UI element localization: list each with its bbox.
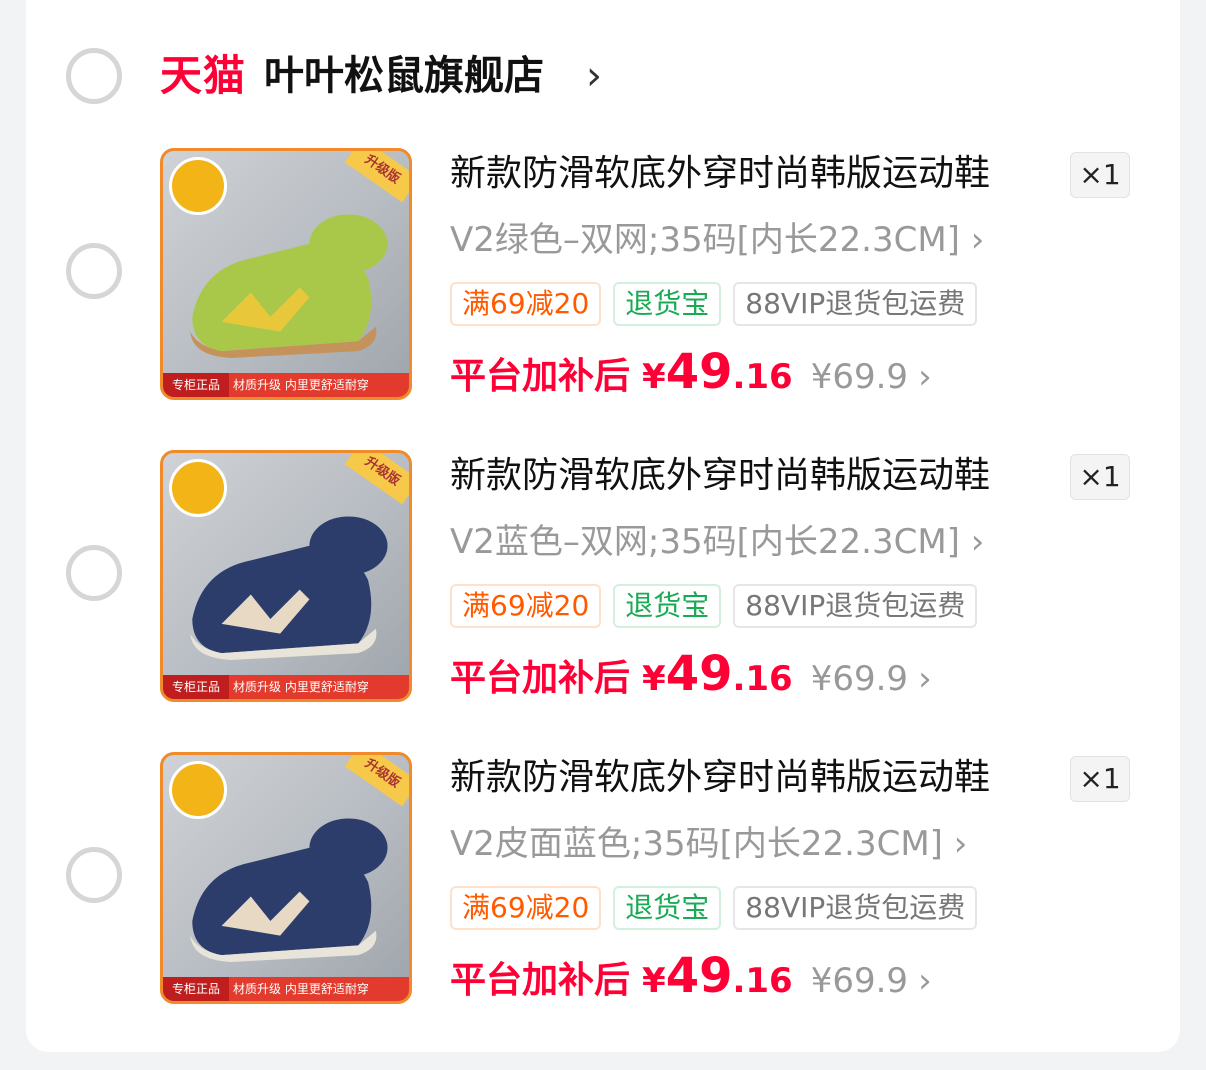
image-authentic-label: 专柜正品 (163, 373, 229, 397)
currency-symbol: ¥ (642, 659, 666, 699)
product-title[interactable]: 新款防滑软底外穿时尚韩版运动鞋 (450, 752, 990, 804)
store-select-radio[interactable] (66, 48, 122, 104)
return-insurance-tag: 退货宝 (613, 886, 722, 930)
price-row[interactable]: 平台加补后 ¥ 49 .16 ¥69.9 › (450, 344, 932, 404)
promo-tags: 满69减20 退货宝 88VIP退货包运费 (450, 584, 978, 628)
price-decimal: .16 (732, 357, 793, 397)
vip-shipping-tag: 88VIP退货包运费 (733, 282, 978, 326)
price-decimal: .16 (732, 659, 793, 699)
cart-item: 升级版 材质升级 内里更舒适耐穿 专柜正品 新款防滑软底外穿时尚韩版运动鞋 ×1… (26, 450, 1180, 712)
product-title[interactable]: 新款防滑软底外穿时尚韩版运动鞋 (450, 148, 990, 200)
tmall-brand-label: 天猫 (160, 51, 247, 100)
product-thumbnail[interactable]: 升级版 材质升级 内里更舒适耐穿 专柜正品 (160, 148, 412, 400)
image-authentic-label: 专柜正品 (163, 675, 229, 699)
chevron-right-icon[interactable]: › (586, 40, 602, 112)
return-insurance-tag: 退货宝 (613, 282, 722, 326)
currency-symbol: ¥ (642, 357, 666, 397)
discount-tag: 满69减20 (450, 584, 602, 628)
chevron-right-icon[interactable]: › (918, 659, 932, 699)
cart-store-card: 天猫 叶叶松鼠旗舰店 › 升级版 材质升级 内里更舒适耐穿 专柜正品 新款防滑软… (26, 0, 1180, 1052)
brand-logo (169, 761, 227, 819)
price-label: 平台加补后 (450, 960, 631, 1001)
cart-item: 升级版 材质升级 内里更舒适耐穿 专柜正品 新款防滑软底外穿时尚韩版运动鞋 ×1… (26, 752, 1180, 1014)
currency-symbol: ¥ (642, 961, 666, 1001)
original-price: ¥69.9 (810, 659, 909, 699)
price-label: 平台加补后 (450, 356, 631, 397)
brand-logo (169, 459, 227, 517)
price-decimal: .16 (732, 961, 793, 1001)
store-header: 天猫 叶叶松鼠旗舰店 › (26, 40, 1180, 112)
sku-selector[interactable]: V2皮面蓝色;35码[内长22.3CM] › (450, 818, 967, 870)
price-integer: 49 (665, 344, 733, 400)
product-thumbnail[interactable]: 升级版 材质升级 内里更舒适耐穿 专柜正品 (160, 752, 412, 1004)
chevron-right-icon[interactable]: › (918, 357, 932, 397)
promo-tags: 满69减20 退货宝 88VIP退货包运费 (450, 282, 978, 326)
promo-tags: 满69减20 退货宝 88VIP退货包运费 (450, 886, 978, 930)
cart-item: 升级版 材质升级 内里更舒适耐穿 专柜正品 新款防滑软底外穿时尚韩版运动鞋 ×1… (26, 148, 1180, 410)
price-integer: 49 (665, 646, 733, 702)
image-authentic-label: 专柜正品 (163, 977, 229, 1001)
item-select-radio[interactable] (66, 243, 122, 299)
vip-shipping-tag: 88VIP退货包运费 (733, 886, 978, 930)
discount-tag: 满69减20 (450, 886, 602, 930)
item-select-radio[interactable] (66, 847, 122, 903)
discount-tag: 满69减20 (450, 282, 602, 326)
original-price: ¥69.9 (810, 357, 909, 397)
product-title[interactable]: 新款防滑软底外穿时尚韩版运动鞋 (450, 450, 990, 502)
item-select-radio[interactable] (66, 545, 122, 601)
quantity-badge[interactable]: ×1 (1070, 454, 1130, 500)
store-name-link[interactable]: 叶叶松鼠旗舰店 (264, 40, 544, 112)
original-price: ¥69.9 (810, 961, 909, 1001)
sku-selector[interactable]: V2绿色–双网;35码[内长22.3CM] › (450, 214, 984, 266)
price-integer: 49 (665, 948, 733, 1004)
chevron-right-icon[interactable]: › (918, 961, 932, 1001)
quantity-badge[interactable]: ×1 (1070, 756, 1130, 802)
quantity-badge[interactable]: ×1 (1070, 152, 1130, 198)
vip-shipping-tag: 88VIP退货包运费 (733, 584, 978, 628)
price-label: 平台加补后 (450, 658, 631, 699)
price-row[interactable]: 平台加补后 ¥ 49 .16 ¥69.9 › (450, 646, 932, 706)
return-insurance-tag: 退货宝 (613, 584, 722, 628)
price-row[interactable]: 平台加补后 ¥ 49 .16 ¥69.9 › (450, 948, 932, 1008)
sku-selector[interactable]: V2蓝色–双网;35码[内长22.3CM] › (450, 516, 984, 568)
brand-logo (169, 157, 227, 215)
product-thumbnail[interactable]: 升级版 材质升级 内里更舒适耐穿 专柜正品 (160, 450, 412, 702)
